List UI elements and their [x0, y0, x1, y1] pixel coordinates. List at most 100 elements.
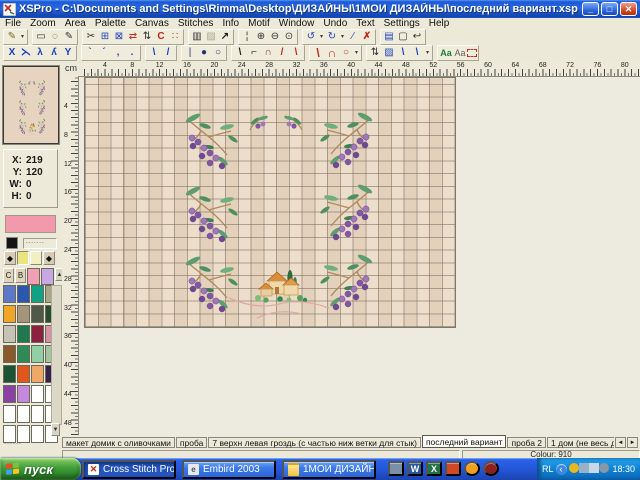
motif-scatter-icon[interactable]: ∷ [168, 31, 182, 43]
menu-item-canvas[interactable]: Canvas [135, 18, 169, 29]
filmstrip-icon[interactable]: ▥ [190, 31, 204, 43]
design-canvas[interactable] [84, 77, 456, 328]
quarter-fork-stitch-icon[interactable]: Y [61, 47, 75, 59]
motif-house[interactable] [29, 122, 37, 135]
image-disabled-icon[interactable]: ▨ [204, 31, 218, 43]
sort-stitches-icon[interactable]: ⇅ [368, 47, 382, 59]
tab-scroll-right-icon[interactable]: ► [627, 437, 638, 448]
palette-swatch[interactable] [31, 325, 44, 343]
menu-item-motif[interactable]: Motif [248, 18, 270, 29]
longstitch-red-icon[interactable]: \ [311, 47, 325, 59]
close-button[interactable]: ✕ [620, 2, 637, 16]
motif-olive-branch[interactable] [317, 110, 379, 177]
page-return-icon[interactable]: ↩ [410, 31, 424, 43]
dashed-selection-icon[interactable] [467, 49, 477, 57]
draw-line-icon[interactable]: ∕ [346, 31, 360, 43]
menu-item-window[interactable]: Window [279, 18, 315, 29]
motif-olive-branch[interactable] [18, 100, 27, 118]
motif-flip-icon[interactable]: ⇅ [140, 31, 154, 43]
fabric-swatch-pale[interactable] [30, 251, 42, 265]
palette-swatch[interactable] [17, 285, 30, 303]
special-stitch-1-icon[interactable]: \ [396, 47, 410, 59]
palette-swatch[interactable] [31, 365, 44, 383]
palette-swatch[interactable] [3, 325, 16, 343]
thread-guide-icon[interactable]: ¦ [240, 31, 254, 43]
pattern-tab[interactable]: последний вариант [422, 435, 507, 448]
select-lasso-icon[interactable]: ◌ [48, 31, 62, 43]
menu-item-stitches[interactable]: Stitches [178, 18, 214, 29]
petite-stitch-4-icon[interactable]: . [125, 47, 139, 59]
half-stitch-back-icon[interactable]: \ [147, 47, 161, 59]
motif-cut-icon[interactable]: ✂ [84, 31, 98, 43]
taskbar-task-2[interactable]: eEmbird 2003 [182, 460, 276, 479]
motif-sprig[interactable] [281, 112, 305, 139]
half-stitch-left-icon[interactable]: λ [33, 47, 47, 59]
tray-chevron-icon[interactable]: ‹ [556, 464, 567, 475]
petite-stitch-1-icon[interactable]: ` [83, 47, 97, 59]
backstitch-line-icon[interactable]: \ [233, 47, 247, 59]
ink-color-swatch[interactable] [6, 237, 18, 249]
hoop-circle-icon[interactable]: ○ [339, 47, 353, 59]
hoop-dropdown-icon[interactable]: ▾ [353, 47, 360, 59]
motif-sprig[interactable] [32, 80, 35, 87]
palette-swatch[interactable] [31, 425, 44, 443]
palette-swatch[interactable] [17, 305, 30, 323]
backstitch-curve-icon[interactable]: ∩ [261, 47, 275, 59]
quicklaunch-app-icon[interactable] [445, 461, 461, 476]
motif-image-icon[interactable]: ▨ [382, 47, 396, 59]
motif-mirror-icon[interactable]: ⇄ [126, 31, 140, 43]
marker-diamond-left[interactable]: ◆ [4, 251, 16, 265]
quicklaunch-maroon-icon[interactable] [483, 461, 499, 476]
delete-stitches-icon[interactable]: ✗ [360, 31, 374, 43]
marker-diamond-right[interactable]: ◆ [43, 251, 55, 265]
motif-trail[interactable] [227, 294, 331, 325]
pattern-tab[interactable]: проба 2 [507, 437, 546, 448]
tray-coin-icon[interactable] [569, 463, 579, 473]
zoom-actual-icon[interactable]: ⊙ [282, 31, 296, 43]
motif-sprig[interactable] [28, 80, 31, 87]
menu-item-area[interactable]: Area [65, 18, 86, 29]
zoom-in-icon[interactable]: ⊕ [254, 31, 268, 43]
tab-scroll-left-icon[interactable]: ◄ [615, 437, 626, 448]
quicklaunch-word-icon[interactable]: W [407, 461, 423, 476]
color-code-field[interactable]: ------- [23, 238, 57, 249]
quicklaunch-excel-icon[interactable]: X [426, 461, 442, 476]
menu-item-help[interactable]: Help [429, 18, 450, 29]
french-knot-icon[interactable]: ● [197, 47, 211, 59]
vertical-stitch-icon[interactable]: | [183, 47, 197, 59]
motif-copy-icon[interactable]: ⊞ [98, 31, 112, 43]
half-stitch-forward-icon[interactable]: / [161, 47, 175, 59]
start-button[interactable]: пуск [0, 458, 81, 480]
zoom-out-icon[interactable]: ⊖ [268, 31, 282, 43]
palette-swatch[interactable] [27, 268, 40, 285]
full-cross-stitch-icon[interactable]: X [5, 47, 19, 59]
tray-status-icon[interactable] [599, 463, 609, 473]
backstitch-free-icon[interactable]: / [275, 47, 289, 59]
petite-stitch-3-icon[interactable]: , [111, 47, 125, 59]
palette-swatch[interactable] [31, 305, 44, 323]
palette-swatch[interactable] [31, 405, 44, 423]
palette-swatch[interactable] [3, 305, 16, 323]
palette-swatch[interactable] [17, 405, 30, 423]
palette-swatch[interactable] [31, 285, 44, 303]
pencil-dropdown-icon[interactable]: ▾ [19, 31, 26, 43]
backstitch-mixed-icon[interactable]: \ [289, 47, 303, 59]
palette-column-b[interactable]: B [15, 268, 26, 283]
palette-swatch[interactable] [3, 385, 16, 403]
pattern-tab[interactable]: макет домик с оливочками [62, 437, 175, 448]
palette-swatch[interactable] [17, 325, 30, 343]
longstitch-arc-icon[interactable]: ∩ [325, 47, 339, 59]
redo-icon[interactable]: ↻ [325, 31, 339, 43]
motif-olive-branch[interactable] [18, 80, 27, 98]
minimize-button[interactable]: _ [582, 2, 599, 16]
copy-page-icon[interactable]: ▤ [382, 31, 396, 43]
special-dropdown-icon[interactable]: ▾ [424, 47, 431, 59]
motif-olive-branch[interactable] [179, 111, 241, 178]
text-tool-alt-icon[interactable]: Aa [453, 47, 467, 59]
palette-scroll-down-icon[interactable]: ▼ [51, 423, 60, 436]
palette-swatch[interactable] [31, 385, 44, 403]
palette-swatch[interactable] [31, 345, 44, 363]
palette-swatch[interactable] [17, 345, 30, 363]
palette-scrollbar-track[interactable] [51, 285, 62, 425]
menu-item-settings[interactable]: Settings [384, 18, 420, 29]
